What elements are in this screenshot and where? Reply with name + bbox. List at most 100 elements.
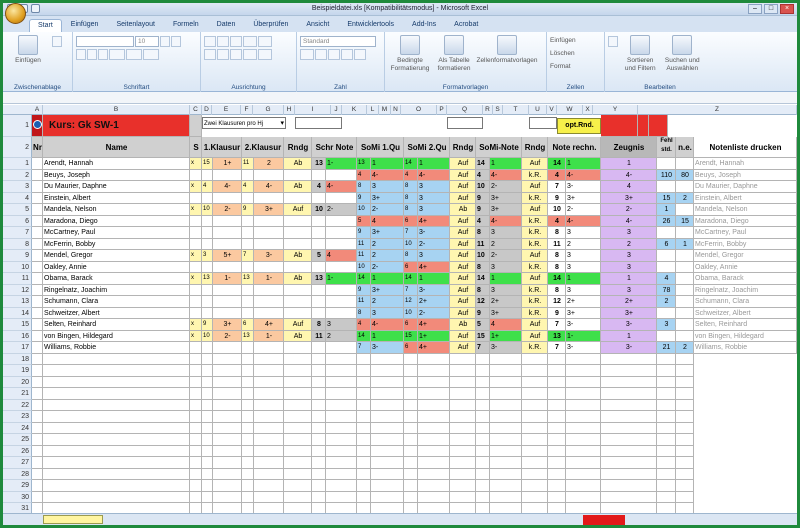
cell[interactable]	[284, 215, 312, 227]
cell[interactable]	[404, 445, 418, 457]
cell[interactable]	[242, 365, 254, 377]
column-header[interactable]: I	[295, 105, 331, 115]
cell[interactable]	[638, 115, 649, 137]
cell[interactable]: 10	[404, 238, 418, 250]
cell[interactable]	[284, 399, 312, 411]
cell[interactable]: McFerrin, Bobby	[694, 238, 797, 250]
cell[interactable]	[450, 365, 476, 377]
cell[interactable]: 4+	[418, 319, 450, 331]
cell[interactable]	[190, 491, 202, 503]
cell[interactable]: 5	[357, 215, 371, 227]
cell[interactable]	[657, 158, 676, 170]
cell[interactable]	[490, 365, 522, 377]
cell[interactable]: 4	[601, 181, 657, 193]
column-header[interactable]: J	[331, 105, 342, 115]
conditional-format-button[interactable]: Bedingte Formatierung	[388, 35, 432, 73]
cell[interactable]	[213, 342, 242, 354]
cell[interactable]	[676, 261, 694, 273]
row-number[interactable]: 28	[3, 468, 32, 480]
cell[interactable]	[242, 376, 254, 388]
cell[interactable]: 2	[371, 238, 404, 250]
cell[interactable]	[418, 411, 450, 423]
cell[interactable]	[43, 422, 190, 434]
cell[interactable]	[254, 307, 284, 319]
cell[interactable]	[490, 399, 522, 411]
cell[interactable]: 1	[418, 273, 450, 285]
cell[interactable]: 2-	[213, 204, 242, 216]
cell[interactable]: 1	[601, 273, 657, 285]
cell[interactable]	[312, 238, 326, 250]
cell[interactable]: 7	[476, 342, 490, 354]
cell[interactable]	[32, 261, 43, 273]
cell[interactable]: 4-	[566, 215, 601, 227]
cell[interactable]	[326, 480, 357, 492]
cell[interactable]	[32, 181, 43, 193]
cell[interactable]	[357, 365, 371, 377]
cell[interactable]: 2+	[566, 296, 601, 308]
cell[interactable]: 1	[566, 158, 601, 170]
cell[interactable]	[566, 480, 601, 492]
cell[interactable]	[404, 468, 418, 480]
thousands-icon[interactable]	[328, 49, 340, 60]
cell[interactable]: 14	[404, 158, 418, 170]
cell[interactable]	[242, 353, 254, 365]
cell[interactable]: 3	[566, 227, 601, 239]
align-left-icon[interactable]	[204, 49, 216, 60]
cell[interactable]: 2-	[418, 307, 450, 319]
row-number[interactable]: 2	[3, 137, 32, 158]
cell[interactable]: 4	[312, 181, 326, 193]
cell[interactable]: 7	[548, 342, 566, 354]
cell[interactable]	[242, 411, 254, 423]
cell[interactable]	[213, 399, 242, 411]
cell[interactable]	[522, 353, 548, 365]
cell[interactable]: 4-	[601, 169, 657, 181]
cell[interactable]: Selten, Reinhard	[43, 319, 190, 331]
cell[interactable]	[213, 388, 242, 400]
cell[interactable]	[522, 422, 548, 434]
cell[interactable]	[242, 457, 254, 469]
cell[interactable]: Schweitzer, Albert	[43, 307, 190, 319]
cell[interactable]	[601, 468, 657, 480]
cell[interactable]: Schumann, Clara	[694, 296, 797, 308]
cell[interactable]: 8	[476, 284, 490, 296]
cell[interactable]	[254, 411, 284, 423]
row-number[interactable]: 13	[3, 296, 32, 308]
cell[interactable]: 4-	[566, 169, 601, 181]
cell[interactable]: 3+	[254, 204, 284, 216]
cell[interactable]	[601, 365, 657, 377]
column-header[interactable]: L	[367, 105, 379, 115]
cell[interactable]	[601, 376, 657, 388]
cell[interactable]	[202, 215, 213, 227]
cell[interactable]: 3+	[566, 307, 601, 319]
cell[interactable]	[32, 273, 43, 285]
cell[interactable]	[190, 434, 202, 446]
cell[interactable]	[566, 457, 601, 469]
cell[interactable]	[190, 307, 202, 319]
cell[interactable]: Auf	[284, 319, 312, 331]
cell[interactable]: 2-	[566, 204, 601, 216]
row-number[interactable]: 23	[3, 411, 32, 423]
cell[interactable]: 8	[312, 319, 326, 331]
cell[interactable]: 1	[371, 330, 404, 342]
row-number[interactable]: 19	[3, 365, 32, 377]
cell[interactable]	[676, 434, 694, 446]
cell[interactable]	[312, 353, 326, 365]
cell[interactable]	[649, 115, 668, 137]
cell[interactable]	[202, 296, 213, 308]
cell[interactable]	[676, 181, 694, 193]
cell[interactable]: 10	[476, 181, 490, 193]
cell[interactable]	[32, 365, 43, 377]
align-center-icon[interactable]	[217, 49, 229, 60]
column-header[interactable]: E	[212, 105, 241, 115]
cell[interactable]	[32, 411, 43, 423]
cell[interactable]	[601, 434, 657, 446]
cell[interactable]	[284, 284, 312, 296]
cell[interactable]	[418, 376, 450, 388]
cell[interactable]: Williams, Robbie	[43, 342, 190, 354]
cell[interactable]	[476, 365, 490, 377]
cell[interactable]	[312, 284, 326, 296]
cell[interactable]: Du Maurier, Daphne	[43, 181, 190, 193]
cell[interactable]	[371, 399, 404, 411]
cell[interactable]	[522, 434, 548, 446]
cell[interactable]: 3+	[213, 319, 242, 331]
